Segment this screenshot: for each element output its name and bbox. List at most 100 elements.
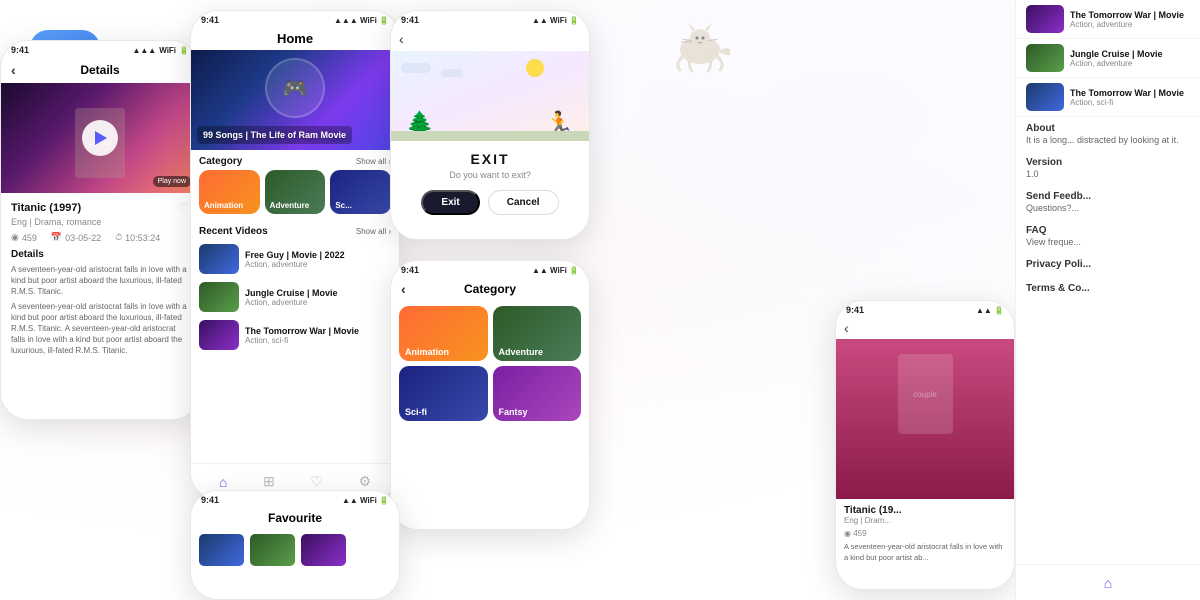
recent-info-2: Jungle Cruise | Movie Action, adventure <box>245 288 391 307</box>
play-button[interactable] <box>82 120 118 156</box>
p5-desc: A seventeen-year-old aristocrat falls in… <box>844 542 1006 563</box>
exit-confirm-button[interactable]: Exit <box>421 190 479 215</box>
recent-thumb-3 <box>199 320 239 350</box>
right-info-3: The Tomorrow War | Movie Action, sci-fi <box>1070 88 1190 107</box>
faq-section[interactable]: FAQ View freque... <box>1016 219 1200 253</box>
feedback-label: Send Feedb... <box>1026 191 1190 202</box>
movie-desc-2: A seventeen-year-old aristocrat falls in… <box>11 301 189 357</box>
version-label: Version <box>1026 157 1190 168</box>
right-bottom-nav: ⌂ <box>1016 564 1200 600</box>
movie-image: couple Play now <box>1 83 199 193</box>
right-thumb-3 <box>1026 83 1064 111</box>
terms-label: Terms & Co... <box>1026 283 1190 294</box>
category-back-icon[interactable]: ‹ <box>401 281 406 297</box>
details-header: ‹ Details <box>1 57 199 83</box>
version-val: 1.0 <box>1026 169 1190 179</box>
exit-subtitle: Do you want to exit? <box>449 170 531 180</box>
p5-title: Titanic (19... <box>844 505 1006 516</box>
hero-title: 99 Songs | The Life of Ram Movie <box>197 126 352 144</box>
about-label: About <box>1026 123 1190 134</box>
privacy-label: Privacy Poli... <box>1026 259 1190 270</box>
right-item-2[interactable]: Jungle Cruise | Movie Action, adventure <box>1016 39 1200 78</box>
p5-hero-image: couple <box>836 339 1014 499</box>
phone-favourite: 9:41 ▲▲ WiFi 🔋 Favourite <box>190 490 400 600</box>
category-page-header: ‹ Category <box>391 277 589 301</box>
movie-stats: ◉ 459 📅 03-05-22 ⏱ 10:53:24 <box>11 232 189 243</box>
faq-sub: View freque... <box>1026 237 1190 247</box>
nav-settings-icon[interactable]: ⚙ <box>359 473 372 490</box>
movie-title: Titanic (1997) <box>11 202 81 214</box>
right-item-1[interactable]: The Tomorrow War | Movie Action, adventu… <box>1016 0 1200 39</box>
nav-heart-icon[interactable]: ♡ <box>310 473 323 490</box>
grid-cat-scifi[interactable]: Sci-fi <box>399 366 488 421</box>
phone-home: 9:41 ▲▲▲ WiFi 🔋 Home 🎮 99 Songs | The Li… <box>190 10 400 500</box>
exit-buttons: Exit Cancel <box>421 190 558 215</box>
p5-header-bar: ‹ <box>836 317 1014 339</box>
status-bar-5: 9:41 ▲▲ 🔋 <box>836 301 1014 317</box>
exit-scene: 🌲 🏃 <box>391 51 589 141</box>
fav-thumb-2 <box>250 534 295 566</box>
recent-info-3: The Tomorrow War | Movie Action, sci-fi <box>245 326 391 345</box>
grid-cat-adventure[interactable]: Adventure <box>493 306 582 361</box>
p5-stats: ◉ 459 <box>844 529 1006 538</box>
right-nav-home[interactable]: ⌂ <box>1104 575 1112 591</box>
right-info-2: Jungle Cruise | Movie Action, adventure <box>1070 49 1190 68</box>
right-panel: The Tomorrow War | Movie Action, adventu… <box>1015 0 1200 600</box>
movie-sub: Eng | Drama, romance <box>11 217 189 227</box>
grid-cat-animation[interactable]: Animation <box>399 306 488 361</box>
back-icon[interactable]: ‹ <box>11 62 16 78</box>
exit-header-bar: ‹ <box>391 27 589 51</box>
cloud-1 <box>401 63 431 73</box>
recent-item-3[interactable]: The Tomorrow War | Movie Action, sci-fi <box>191 316 399 354</box>
p5-sub: Eng | Dram... <box>844 516 1006 525</box>
fav-thumb-1 <box>199 534 244 566</box>
cat-scifi[interactable]: Sc... <box>330 170 391 214</box>
exit-cancel-button[interactable]: Cancel <box>488 190 559 215</box>
status-bar-6: 9:41 ▲▲ WiFi 🔋 <box>191 491 399 507</box>
recent-thumb-2 <box>199 282 239 312</box>
feedback-section[interactable]: Send Feedb... Questions?... <box>1016 185 1200 219</box>
recent-info-1: Free Guy | Movie | 2022 Action, adventur… <box>245 250 391 269</box>
phone-details-partial: 9:41 ▲▲ 🔋 ‹ couple Titanic (19... Eng | … <box>835 300 1015 590</box>
status-bar-4: 9:41 ▲▲ WiFi 🔋 <box>391 261 589 277</box>
show-all-recent[interactable]: Show all › <box>356 227 391 236</box>
ground <box>391 131 589 141</box>
heart-icon[interactable]: ♡ <box>178 201 189 215</box>
sun-decoration <box>526 59 544 77</box>
recent-header: Recent Videos Show all › <box>191 220 399 240</box>
exit-dialog-content: EXIT Do you want to exit? Exit Cancel <box>391 141 589 225</box>
cat-animation[interactable]: Animation <box>199 170 260 214</box>
favourite-items-row <box>191 529 399 571</box>
details-label: Details <box>11 249 189 260</box>
p5-body: Titanic (19... Eng | Dram... ◉ 459 A sev… <box>836 499 1014 569</box>
status-bar-3: 9:41 ▲▲ WiFi 🔋 <box>391 11 589 27</box>
phone-category: 9:41 ▲▲ WiFi 🔋 ‹ Category Animation Adve… <box>390 260 590 530</box>
p5-back-icon[interactable]: ‹ <box>844 320 849 336</box>
recent-item-1[interactable]: Free Guy | Movie | 2022 Action, adventur… <box>191 240 399 278</box>
movie-desc-1: A seventeen-year-old aristocrat falls in… <box>11 264 189 298</box>
category-grid: Animation Adventure Sci-fi Fantsy <box>391 301 589 426</box>
recent-item-2[interactable]: Jungle Cruise | Movie Action, adventure <box>191 278 399 316</box>
exit-title: EXIT <box>470 151 509 167</box>
cloud-2 <box>441 69 463 77</box>
categories-row: Animation Adventure Sc... <box>191 170 399 220</box>
nav-home-icon[interactable]: ⌂ <box>219 474 227 490</box>
phone-exit: 9:41 ▲▲ WiFi 🔋 ‹ 🌲 🏃 EXIT Do you want to… <box>390 10 590 240</box>
show-all-category[interactable]: Show all › <box>356 157 391 166</box>
about-text: It is a long... distracted by looking at… <box>1026 135 1190 145</box>
right-item-3[interactable]: The Tomorrow War | Movie Action, sci-fi <box>1016 78 1200 117</box>
exit-back-icon[interactable]: ‹ <box>399 31 404 47</box>
right-info-1: The Tomorrow War | Movie Action, adventu… <box>1070 10 1190 29</box>
play-label[interactable]: Play now <box>153 176 191 187</box>
right-thumb-1 <box>1026 5 1064 33</box>
nav-grid-icon[interactable]: ⊞ <box>263 473 275 490</box>
recent-thumb-1 <box>199 244 239 274</box>
right-thumb-2 <box>1026 44 1064 72</box>
details-body: Titanic (1997) ♡ Eng | Drama, romance ◉ … <box>1 193 199 368</box>
terms-section[interactable]: Terms & Co... <box>1016 277 1200 301</box>
privacy-section[interactable]: Privacy Poli... <box>1016 253 1200 277</box>
home-hero: 🎮 99 Songs | The Life of Ram Movie <box>191 50 399 150</box>
about-section: About It is a long... distracted by look… <box>1016 117 1200 151</box>
cat-adventure[interactable]: Adventure <box>265 170 326 214</box>
grid-cat-fantasy[interactable]: Fantsy <box>493 366 582 421</box>
